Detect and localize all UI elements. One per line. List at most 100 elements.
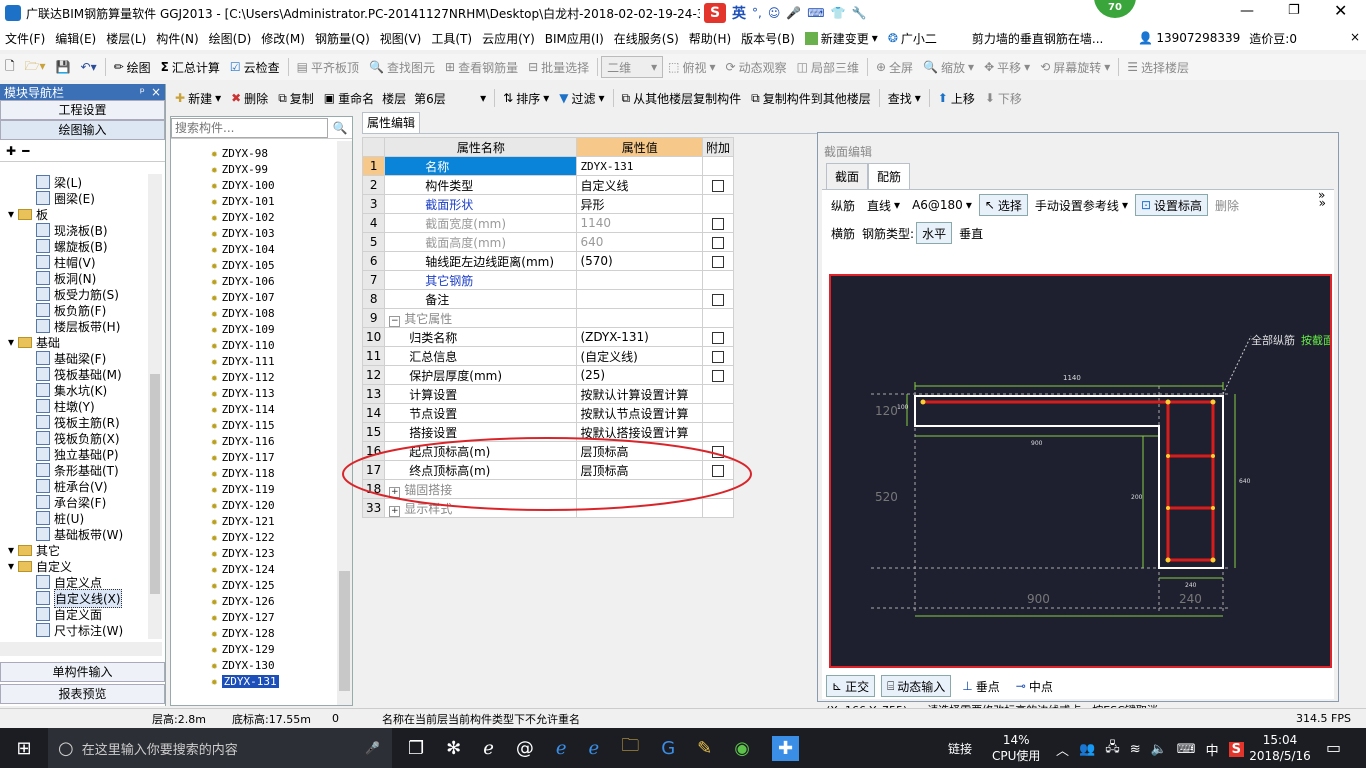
nav-tree-item[interactable]: ▾ 基础	[0, 334, 148, 350]
property-value[interactable]: 层顶标高	[576, 441, 703, 461]
component-list-item[interactable]: ✹ ZDYX-109	[211, 321, 331, 337]
component-list-item[interactable]: ✹ ZDYX-120	[211, 497, 331, 513]
close-icon[interactable]: ×	[151, 85, 161, 99]
component-list-item[interactable]: ✹ ZDYX-131	[211, 673, 331, 689]
property-row[interactable]: 5 截面高度(mm) 640	[361, 232, 735, 252]
property-value[interactable]: 按默认搭接设置计算	[576, 422, 703, 442]
vertex-snap-button[interactable]: ⊥ 垂点	[957, 675, 1004, 697]
ime-tools-icon[interactable]: 🔧	[852, 6, 867, 20]
new-file-icon[interactable]: 🗋	[0, 56, 20, 78]
component-list-item[interactable]: ✹ ZDYX-98	[211, 145, 331, 161]
menu-item[interactable]: 编辑(E)	[50, 27, 101, 49]
menu-close-icon[interactable]: ×	[1350, 30, 1360, 44]
expander-icon[interactable]: ▾	[8, 335, 14, 349]
property-row[interactable]: 9− 其它属性	[361, 308, 735, 328]
clock[interactable]: 15:04 2018/5/16	[1248, 732, 1312, 764]
copy-to-button[interactable]: ⧉ 复制构件到其他楼层	[746, 87, 876, 109]
menu-item[interactable]: 修改(M)	[256, 27, 310, 49]
property-row[interactable]: 11 汇总信息 (自定义线)	[361, 346, 735, 366]
component-list-scrollbar[interactable]	[337, 141, 352, 705]
nav-tree-item[interactable]: 集水坑(K)	[0, 382, 148, 398]
nav-tree-item[interactable]: 柱墩(Y)	[0, 398, 148, 414]
property-row[interactable]: 18 + 锚固搭接	[361, 479, 735, 499]
dyn-input-button[interactable]: ⌸ 动态输入	[881, 675, 952, 697]
extra-checkbox[interactable]	[711, 217, 724, 230]
property-value[interactable]	[576, 498, 703, 518]
pan-button[interactable]: ✥ 平移 ▾	[979, 56, 1035, 78]
expand-all-icon[interactable]: ✚	[6, 144, 16, 158]
menu-item[interactable]: 版本号(B)	[736, 27, 800, 49]
component-list-item[interactable]: ✹ ZDYX-126	[211, 593, 331, 609]
extra-cell[interactable]	[701, 346, 735, 366]
fan-app-icon[interactable]: ✻	[446, 738, 461, 759]
extra-checkbox[interactable]	[711, 179, 724, 192]
component-list-item[interactable]: ✹ ZDYX-123	[211, 545, 331, 561]
extra-checkbox[interactable]	[711, 331, 724, 344]
ie-blue-icon[interactable]: ℯ	[589, 738, 600, 759]
component-list-item[interactable]: ✹ ZDYX-116	[211, 433, 331, 449]
menu-item[interactable]: 工具(T)	[426, 27, 477, 49]
volume-icon[interactable]: 🔈	[1151, 742, 1167, 757]
component-list-item[interactable]: ✹ ZDYX-107	[211, 289, 331, 305]
expander-icon[interactable]: ▾	[8, 543, 14, 557]
app-swirl-icon[interactable]: @	[516, 738, 534, 759]
property-value[interactable]: ZDYX-131	[576, 156, 703, 176]
expander-icon[interactable]: ▾	[8, 207, 14, 221]
qq-browser-icon[interactable]: ◉	[734, 738, 750, 759]
notes-icon[interactable]: ✎	[697, 738, 712, 759]
component-list-item[interactable]: ✹ ZDYX-100	[211, 177, 331, 193]
nav-tree-item[interactable]: 桩(U)	[0, 510, 148, 526]
lang-indicator[interactable]: 中	[1206, 740, 1219, 759]
close-button[interactable]: ✕	[1334, 1, 1347, 20]
midpoint-snap-button[interactable]: ⊸ 中点	[1011, 675, 1058, 697]
nav-tree-item[interactable]: 圈梁(E)	[0, 190, 148, 206]
component-list-item[interactable]: ✹ ZDYX-104	[211, 241, 331, 257]
zoom-button[interactable]: 🔍 缩放 ▾	[918, 56, 979, 78]
comp-scroll-thumb[interactable]	[339, 571, 350, 691]
people-icon[interactable]: 👥	[1079, 742, 1095, 757]
local-3d-button[interactable]: ◫ 局部三维	[792, 56, 864, 78]
network-icon[interactable]: 🖧	[1105, 738, 1120, 760]
component-list-item[interactable]: ✹ ZDYX-113	[211, 385, 331, 401]
nav-tree-item[interactable]: 板负筋(F)	[0, 302, 148, 318]
extra-cell[interactable]	[701, 289, 735, 309]
nav-tree-item[interactable]: 尺寸标注(W)	[0, 622, 148, 638]
minimize-button[interactable]: —	[1240, 3, 1254, 19]
nav-tree-item[interactable]: 自定义面	[0, 606, 148, 622]
property-value[interactable]	[576, 479, 703, 499]
property-row[interactable]: 16 起点顶标高(m) 层顶标高	[361, 441, 735, 461]
tab-rebar[interactable]: 配筋	[868, 163, 911, 189]
extra-cell[interactable]	[701, 251, 735, 271]
transverse-label[interactable]: 横筋	[826, 222, 860, 244]
component-list-item[interactable]: ✹ ZDYX-112	[211, 369, 331, 385]
expander-icon[interactable]: +	[389, 505, 401, 517]
extra-checkbox[interactable]	[711, 464, 724, 477]
folder-icon[interactable]: 🗀	[621, 733, 639, 763]
component-list-item[interactable]: ✹ ZDYX-121	[211, 513, 331, 529]
dyn-observe-button[interactable]: ⟳ 动态观察	[721, 56, 792, 78]
property-value[interactable]: 层顶标高	[576, 460, 703, 480]
nav-tree-item[interactable]: 现浇板(B)	[0, 222, 148, 238]
property-row[interactable]: 12 保护层厚度(mm) (25)	[361, 365, 735, 385]
extra-checkbox[interactable]	[711, 255, 724, 268]
project-settings-button[interactable]: 工程设置	[0, 100, 165, 120]
maximize-button[interactable]: ❐	[1288, 3, 1300, 18]
extra-checkbox[interactable]	[711, 293, 724, 306]
nav-tree-item[interactable]: 筏板主筋(R)	[0, 414, 148, 430]
nav-tree-item[interactable]: 板受力筋(S)	[0, 286, 148, 302]
property-row[interactable]: 17 终点顶标高(m) 层顶标高	[361, 460, 735, 480]
menu-item[interactable]: 文件(F)	[0, 27, 50, 49]
vertical-button[interactable]: 垂直	[954, 222, 988, 244]
property-value[interactable]: 按默认节点设置计算	[576, 403, 703, 423]
expander-icon[interactable]: −	[389, 315, 401, 327]
nav-tree-item[interactable]: 螺旋板(B)	[0, 238, 148, 254]
property-row[interactable]: 15 搭接设置 按默认搭接设置计算	[361, 422, 735, 442]
nav-tree-item[interactable]: 自定义线(X)	[0, 588, 148, 608]
property-value[interactable]: 自定义线	[576, 175, 703, 195]
menu-item[interactable]: 构件(N)	[151, 27, 203, 49]
extra-checkbox[interactable]	[711, 445, 724, 458]
sort-button[interactable]: ⇅ 排序 ▾	[498, 87, 554, 109]
component-list-item[interactable]: ✹ ZDYX-103	[211, 225, 331, 241]
component-list-item[interactable]: ✹ ZDYX-124	[211, 561, 331, 577]
component-list-item[interactable]: ✹ ZDYX-102	[211, 209, 331, 225]
